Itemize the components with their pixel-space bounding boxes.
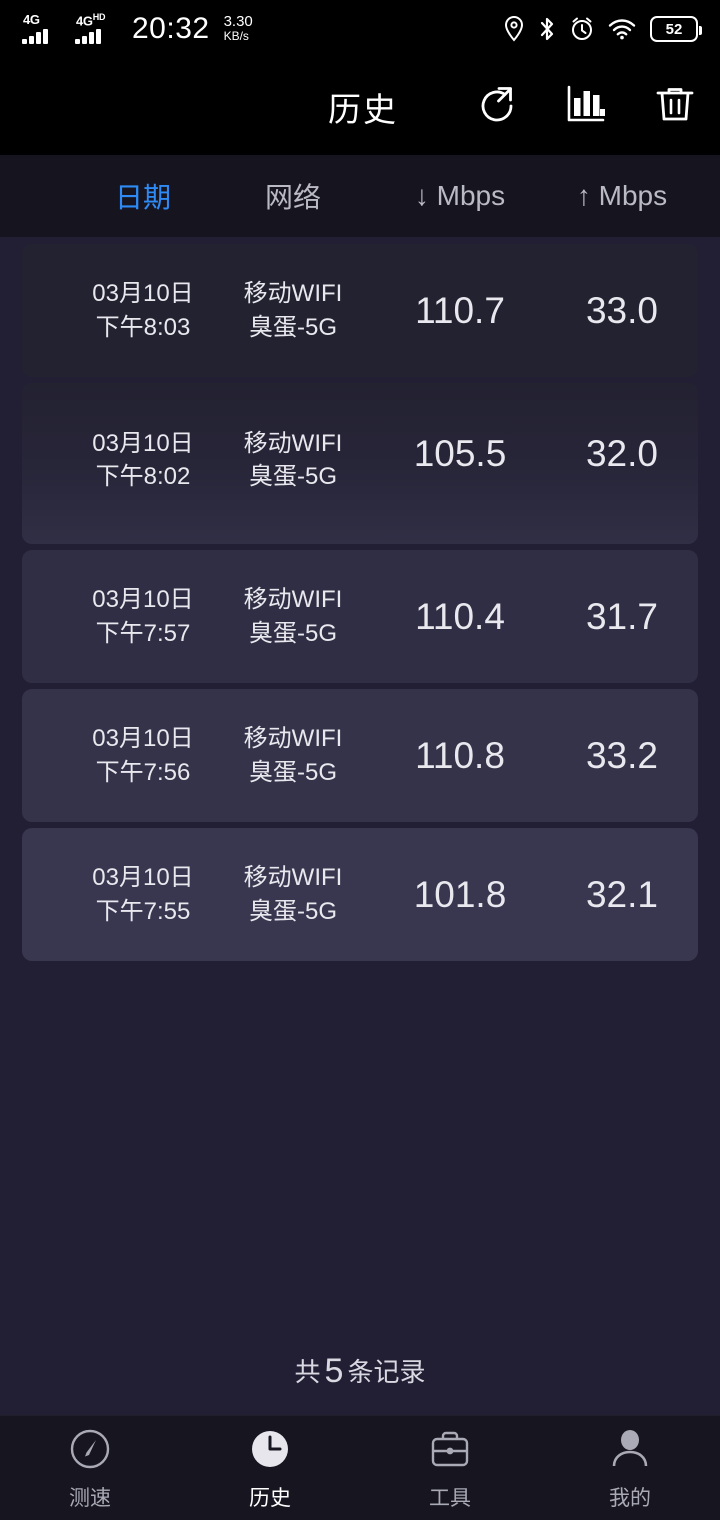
- tab-label: 我的: [609, 1486, 651, 1510]
- signal-icon-2: 4GHD: [75, 12, 119, 45]
- app-bar-actions: [474, 81, 698, 132]
- row-network-cell: 移动WIFI 臭蛋-5G: [243, 430, 343, 491]
- table-row[interactable]: 03月10日 下午8:03 移动WIFI 臭蛋-5G 110.7 33.0: [22, 244, 698, 377]
- row-upload-cell: 31.7: [585, 595, 658, 637]
- record-count-prefix: 共: [294, 1357, 321, 1387]
- row-upload-cell: 32.0: [585, 433, 658, 474]
- row-date-cell: 03月10日 下午7:55: [92, 864, 194, 925]
- location-icon: [504, 16, 524, 42]
- row-download-cell: 105.5: [413, 433, 507, 474]
- status-clock: 20:32: [132, 12, 210, 46]
- column-header-upload[interactable]: ↑ Mbps: [542, 180, 702, 212]
- column-header-row: 日期 网络 ↓ Mbps ↑ Mbps: [0, 155, 720, 237]
- network-speed-value: 3.30: [223, 12, 253, 30]
- page-title: 历史: [328, 90, 398, 128]
- battery-icon: 52: [650, 16, 702, 42]
- tab-history[interactable]: 历史: [180, 1425, 360, 1512]
- network-type-label-2: 4GHD: [76, 12, 106, 29]
- row-download-cell: 110.8: [415, 734, 505, 776]
- signal-bars-1: [22, 27, 48, 45]
- table-row[interactable]: 03月10日 下午7:57 移动WIFI 臭蛋-5G 110.4 31.7: [22, 550, 698, 683]
- row-network-cell: 移动WIFI 臭蛋-5G: [243, 725, 343, 786]
- row-date-cell: 03月10日 下午8:03: [92, 280, 194, 341]
- speedometer-icon: [66, 1425, 114, 1473]
- clock-icon: [246, 1425, 294, 1473]
- tab-tools[interactable]: 工具: [360, 1425, 540, 1512]
- signal-bars-2: [75, 27, 101, 45]
- toolbox-icon: [426, 1425, 474, 1473]
- row-download-cell: 101.8: [413, 873, 507, 915]
- row-upload-cell: 33.2: [585, 734, 658, 776]
- alarm-icon: [570, 16, 594, 42]
- history-list: 03月10日 下午8:03 移动WIFI 臭蛋-5G 110.7 33.0 03月1…: [0, 244, 720, 967]
- record-count-number: 5: [324, 1352, 344, 1390]
- record-count: 共 5 条记录: [0, 1352, 720, 1391]
- share-icon[interactable]: [474, 81, 520, 132]
- column-header-date[interactable]: 日期: [78, 176, 208, 216]
- tab-label: 历史: [249, 1486, 291, 1510]
- row-network-cell: 移动WIFI 臭蛋-5G: [243, 864, 343, 925]
- status-bar-left: 4G 4GHD 20:32 3.30 KB/s: [22, 12, 253, 46]
- status-bar-right: 52: [504, 16, 702, 42]
- column-header-download[interactable]: ↓ Mbps: [380, 180, 540, 212]
- row-date-cell: 03月10日 下午7:56: [92, 725, 194, 786]
- row-download-cell: 110.4: [415, 595, 505, 637]
- app-bar: 历史: [0, 58, 720, 155]
- trash-icon[interactable]: [652, 81, 698, 132]
- tab-label: 工具: [429, 1486, 471, 1510]
- tab-label: 测速: [69, 1486, 111, 1510]
- person-icon: [606, 1425, 654, 1473]
- tab-profile[interactable]: 我的: [540, 1425, 720, 1512]
- status-bar: 4G 4GHD 20:32 3.30 KB/s 52: [0, 0, 720, 58]
- table-row[interactable]: 03月10日 下午8:02 移动WIFI 臭蛋-5G 105.5 32.0: [22, 383, 698, 544]
- row-network-cell: 移动WIFI 臭蛋-5G: [243, 586, 343, 647]
- battery-percent: 52: [665, 20, 683, 38]
- row-date-cell: 03月10日 下午8:02: [92, 430, 194, 491]
- column-header-network[interactable]: 网络: [228, 176, 358, 216]
- row-date-cell: 03月10日 下午7:57: [92, 586, 194, 647]
- row-upload-cell: 33.0: [585, 289, 658, 331]
- bluetooth-icon: [538, 16, 556, 42]
- table-row[interactable]: 03月10日 下午7:56 移动WIFI 臭蛋-5G 110.8 33.2: [22, 689, 698, 822]
- network-speed-unit: KB/s: [223, 28, 249, 43]
- network-speed-indicator: 3.30 KB/s: [224, 14, 253, 42]
- record-count-suffix: 条记录: [347, 1357, 426, 1387]
- bottom-tab-bar: 测速 历史 工具 我的: [0, 1415, 720, 1520]
- network-type-label-1: 4G: [23, 12, 40, 28]
- signal-icon-1: 4G: [22, 12, 66, 45]
- row-network-cell: 移动WIFI 臭蛋-5G: [243, 280, 343, 341]
- wifi-icon: [608, 16, 636, 42]
- row-upload-cell: 32.1: [585, 873, 658, 915]
- bar-chart-icon[interactable]: [563, 81, 609, 132]
- table-row[interactable]: 03月10日 下午7:55 移动WIFI 臭蛋-5G 101.8 32.1: [22, 828, 698, 961]
- app-root: 4G 4GHD 20:32 3.30 KB/s 52 历史 日期 网络 ↓ Mb…: [0, 0, 720, 1520]
- tab-speedtest[interactable]: 测速: [0, 1425, 180, 1512]
- row-download-cell: 110.7: [415, 289, 505, 331]
